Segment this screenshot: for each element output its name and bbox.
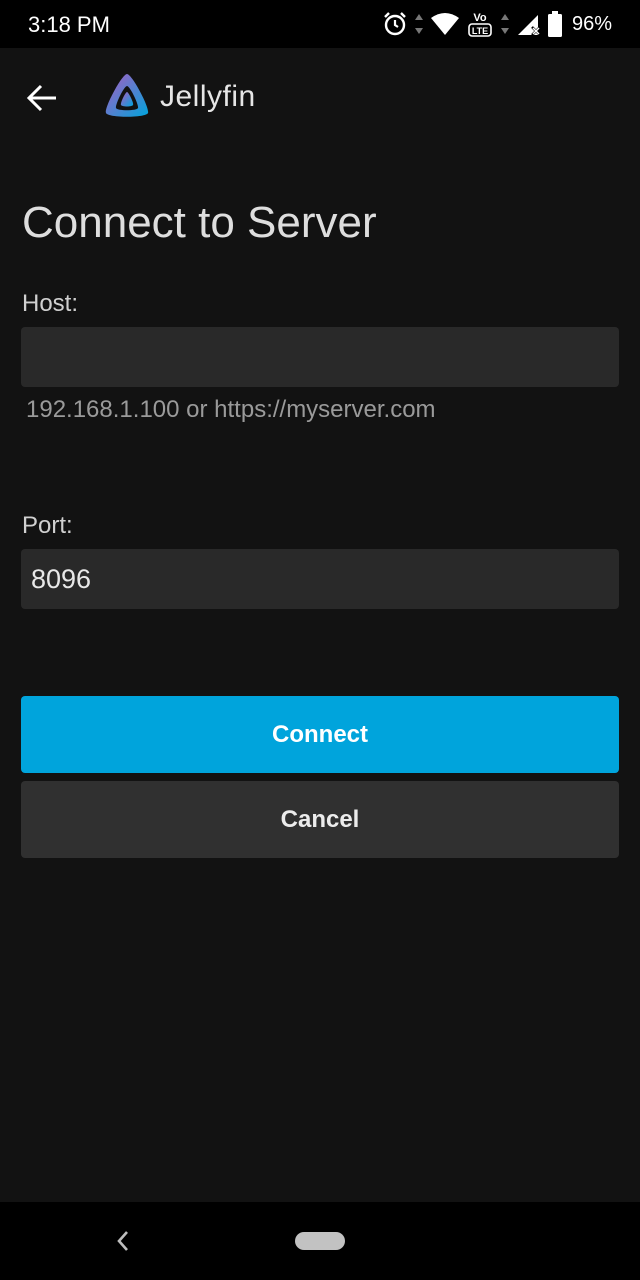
alarm-icon [382,11,408,37]
battery-percent: 96% [571,12,612,35]
nav-back-button[interactable] [108,1226,138,1256]
signal-icon [516,11,542,37]
status-icons: Vo LTE 96% [382,8,612,40]
system-nav-bar [0,1202,640,1280]
jellyfin-logo-icon [105,74,149,117]
volte-icon: Vo LTE [466,9,494,39]
port-input[interactable] [21,549,619,609]
svg-text:LTE: LTE [472,26,488,36]
port-label: Port: [22,512,73,539]
nav-home-pill[interactable] [295,1232,345,1250]
status-time: 3:18 PM [28,12,110,37]
status-bar: 3:18 PM Vo LTE 96% [0,0,640,48]
data-arrows-icon [414,13,424,35]
nav-back-icon [117,1231,128,1251]
host-label: Host: [22,290,79,317]
wifi-icon [430,12,460,36]
host-hint: 192.168.1.100 or https://myserver.com [26,396,436,423]
arrow-left-icon [26,84,56,112]
battery-icon [547,11,562,37]
screen: 3:18 PM Vo LTE 96% Jellyfin Connect to S… [0,0,640,1280]
app-bar: Jellyfin [0,48,640,148]
connect-button[interactable]: Connect [21,696,619,773]
cancel-button[interactable]: Cancel [21,781,619,858]
svg-text:Vo: Vo [473,12,487,24]
host-input[interactable] [21,327,619,387]
page-title: Connect to Server [22,198,377,247]
back-button[interactable] [22,78,62,118]
data-arrows-icon-2 [500,13,510,35]
app-title: Jellyfin [160,80,256,113]
